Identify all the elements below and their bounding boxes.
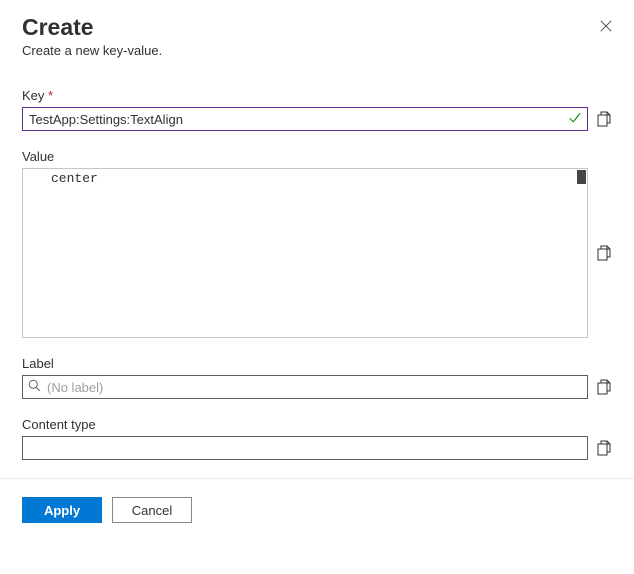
value-textarea[interactable]: center [23,169,587,337]
copy-icon [597,111,611,127]
required-indicator: * [48,88,53,103]
copy-label-button[interactable] [596,379,612,395]
copy-icon [597,440,611,456]
close-icon [599,19,613,33]
key-input[interactable] [22,107,588,131]
content-type-label: Content type [22,417,612,432]
copy-icon [597,245,611,261]
value-label: Value [22,149,612,164]
panel-title: Create [22,14,612,41]
key-field-group: Key * [22,88,612,131]
label-input[interactable] [22,375,588,399]
panel-header: Create Create a new key-value. [22,14,612,58]
content-type-input[interactable] [22,436,588,460]
copy-key-button[interactable] [596,111,612,127]
value-textarea-wrapper: center [22,168,588,338]
apply-button[interactable]: Apply [22,497,102,523]
close-button[interactable] [598,18,614,34]
copy-content-type-button[interactable] [596,440,612,456]
panel-subtitle: Create a new key-value. [22,43,612,58]
key-label: Key * [22,88,612,103]
footer: Apply Cancel [0,479,634,541]
value-field-group: Value center [22,149,612,338]
label-label: Label [22,356,612,371]
label-field-group: Label [22,356,612,399]
key-label-text: Key [22,88,44,103]
copy-value-button[interactable] [596,245,612,261]
copy-icon [597,379,611,395]
content-type-field-group: Content type [22,417,612,460]
scrollbar-thumb[interactable] [577,170,586,184]
cancel-button[interactable]: Cancel [112,497,192,523]
